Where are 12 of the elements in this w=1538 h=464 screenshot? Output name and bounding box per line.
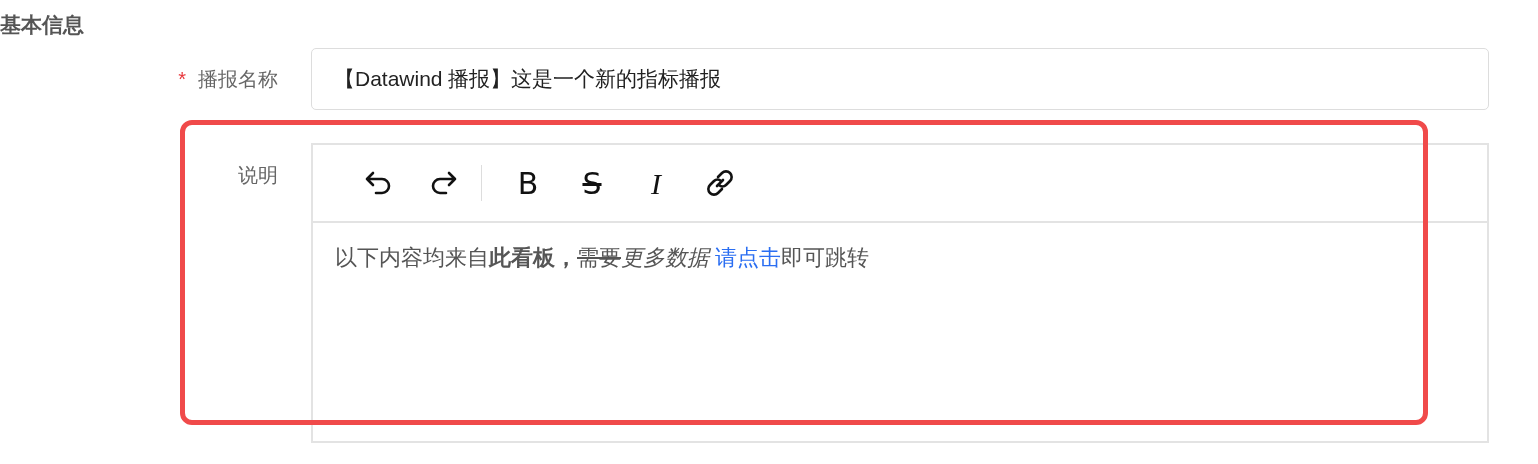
field-label: 播报名称 <box>198 67 278 92</box>
section-title: 基本信息 <box>0 12 85 38</box>
bold-button[interactable]: B <box>496 161 560 205</box>
description-text: 以下内容均来自此看板，需要更多数据 请点击即可跳转 <box>334 244 871 272</box>
strikethrough-button[interactable]: S <box>560 161 624 205</box>
description-link[interactable]: 请点击 <box>715 245 782 270</box>
editor-box[interactable]: B S I 以下内容均来自此看板，需要更多数据 请点击即可跳转 <box>311 143 1489 443</box>
required-mark: * <box>178 67 186 92</box>
link-icon <box>705 168 735 198</box>
text-field[interactable]: 【Datawind 播报】这是一个新的指标播报 <box>311 48 1489 110</box>
field-label: 说明 <box>238 163 278 188</box>
italic-button[interactable]: I <box>624 161 688 205</box>
